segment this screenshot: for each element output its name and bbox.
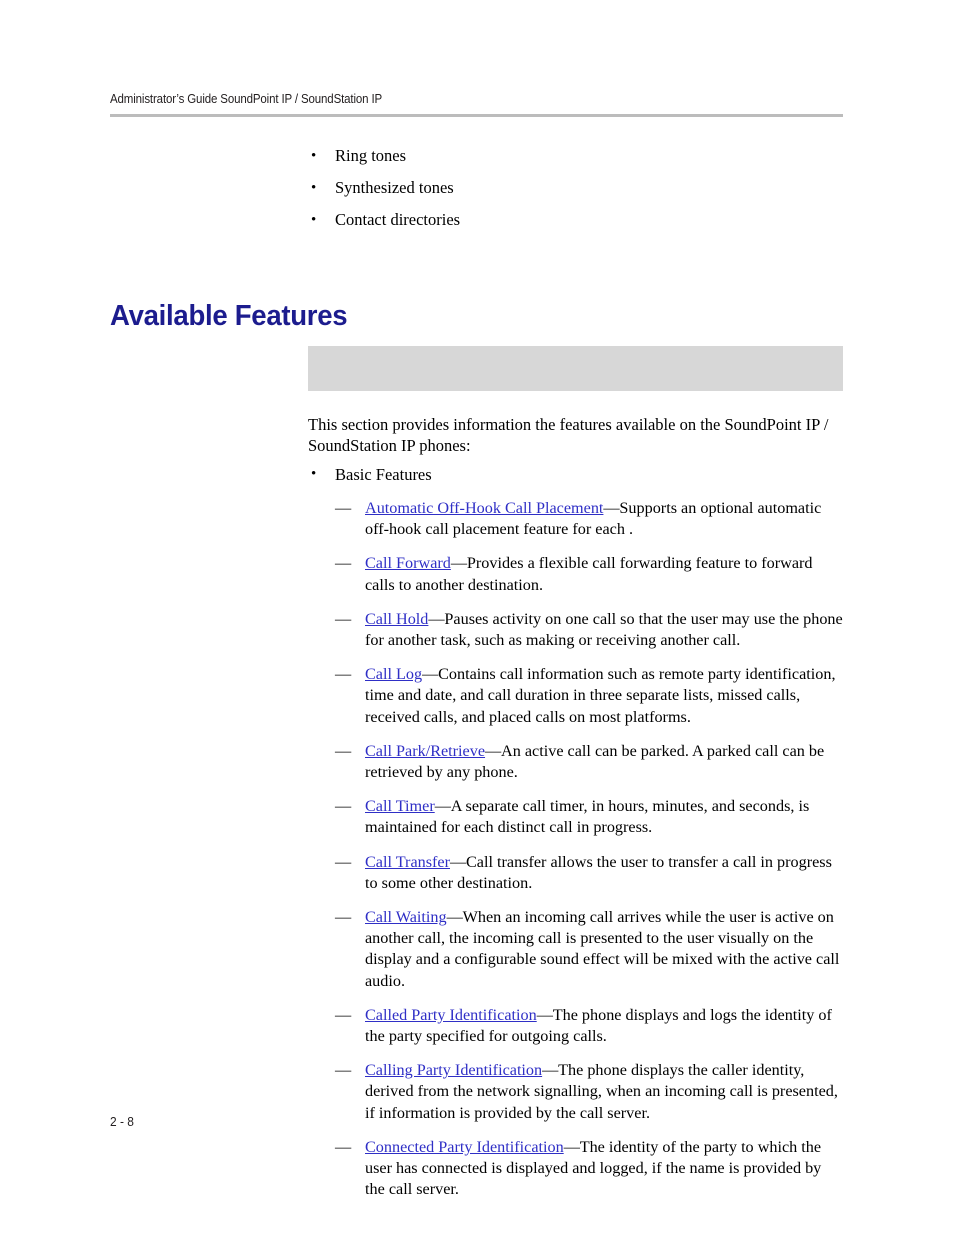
list-item-label: Ring tones (335, 146, 407, 165)
dash-icon: — (335, 1061, 352, 1080)
dash-icon: — (335, 665, 352, 684)
list-item: — Automatic Off-Hook Call Placement—Supp… (335, 498, 843, 540)
feature-link[interactable]: Called Party Identification (365, 1006, 537, 1024)
list-item-label: Synthesized tones (335, 178, 454, 197)
document-page: Administrator’s Guide SoundPoint IP / So… (0, 0, 954, 1235)
feature-link[interactable]: Call Forward (365, 554, 451, 572)
intro-text: This section provides information the fe… (308, 415, 829, 455)
separator-dash: — (542, 1061, 559, 1080)
list-item: • Ring tones (308, 146, 843, 166)
separator-dash: — (485, 741, 502, 760)
dash-icon: — (335, 852, 352, 871)
image-placeholder-block (308, 346, 843, 391)
list-item: — Called Party Identification—The phone … (335, 1005, 843, 1047)
running-header: Administrator’s Guide SoundPoint IP / So… (110, 92, 843, 106)
section-heading: Available Features (110, 300, 348, 333)
dash-icon: — (335, 1005, 352, 1024)
separator-dash: — (450, 554, 467, 573)
separator-dash: — (434, 797, 451, 816)
dash-icon: — (335, 908, 352, 927)
list-item: — Connected Party Identification—The ide… (335, 1137, 843, 1201)
list-item: — Call Log—Contains call information suc… (335, 664, 843, 728)
separator-dash: — (446, 908, 463, 927)
dash-icon: — (335, 741, 352, 760)
feature-category: • Basic Features — Automatic Off-Hook Ca… (308, 464, 843, 1200)
feature-link[interactable]: Call Timer (365, 797, 435, 815)
list-item: — Call Transfer—Call transfer allows the… (335, 852, 843, 894)
intro-paragraph: This section provides information the fe… (308, 414, 843, 456)
top-bullet-list: • Ring tones • Synthesized tones • Conta… (308, 146, 843, 230)
list-item: — Call Waiting—When an incoming call arr… (335, 907, 843, 992)
feature-link[interactable]: Automatic Off-Hook Call Placement (365, 499, 603, 517)
list-item: — Call Hold—Pauses activity on one call … (335, 609, 843, 651)
header-rule (110, 114, 843, 117)
list-item: — Call Forward—Provides a flexible call … (335, 553, 843, 595)
bullet-icon: • (311, 212, 317, 228)
feature-link[interactable]: Call Park/Retrieve (365, 742, 485, 760)
separator-dash: — (428, 609, 445, 628)
feature-link[interactable]: Call Waiting (365, 908, 447, 926)
feature-subitems: — Automatic Off-Hook Call Placement—Supp… (335, 498, 843, 1200)
list-item: — Call Park/Retrieve—An active call can … (335, 741, 843, 783)
separator-dash: — (449, 852, 466, 871)
bullet-icon: • (311, 180, 317, 196)
feature-link[interactable]: Connected Party Identification (365, 1138, 564, 1156)
list-item: • Synthesized tones (308, 178, 843, 198)
separator-dash: — (422, 665, 439, 684)
list-item: • Contact directories (308, 210, 843, 230)
feature-link[interactable]: Call Hold (365, 610, 428, 628)
dash-icon: — (335, 609, 352, 628)
dash-icon: — (335, 1137, 352, 1156)
dash-icon: — (335, 554, 352, 573)
dash-icon: — (335, 797, 352, 816)
running-header-title: Administrator’s Guide SoundPoint IP / So… (110, 92, 383, 106)
bullet-icon: • (311, 466, 317, 482)
list-item: — Call Timer—A separate call timer, in h… (335, 796, 843, 838)
bullet-icon: • (311, 148, 317, 164)
feature-link[interactable]: Calling Party Identification (365, 1061, 542, 1079)
list-item: — Calling Party Identification—The phone… (335, 1060, 843, 1124)
feature-link[interactable]: Call Transfer (365, 853, 450, 871)
feature-list: • Basic Features — Automatic Off-Hook Ca… (308, 464, 843, 1200)
top-bullet-list-items: • Ring tones • Synthesized tones • Conta… (308, 146, 843, 230)
dash-icon: — (335, 499, 352, 517)
footer-page-number: 2 - 8 (110, 1114, 134, 1129)
feature-link[interactable]: Call Log (365, 665, 422, 683)
separator-dash: — (536, 1005, 553, 1024)
list-item-label: Contact directories (335, 210, 461, 229)
feature-category-label: Basic Features (335, 465, 432, 484)
separator-dash: — (603, 499, 620, 517)
separator-dash: — (563, 1137, 580, 1156)
